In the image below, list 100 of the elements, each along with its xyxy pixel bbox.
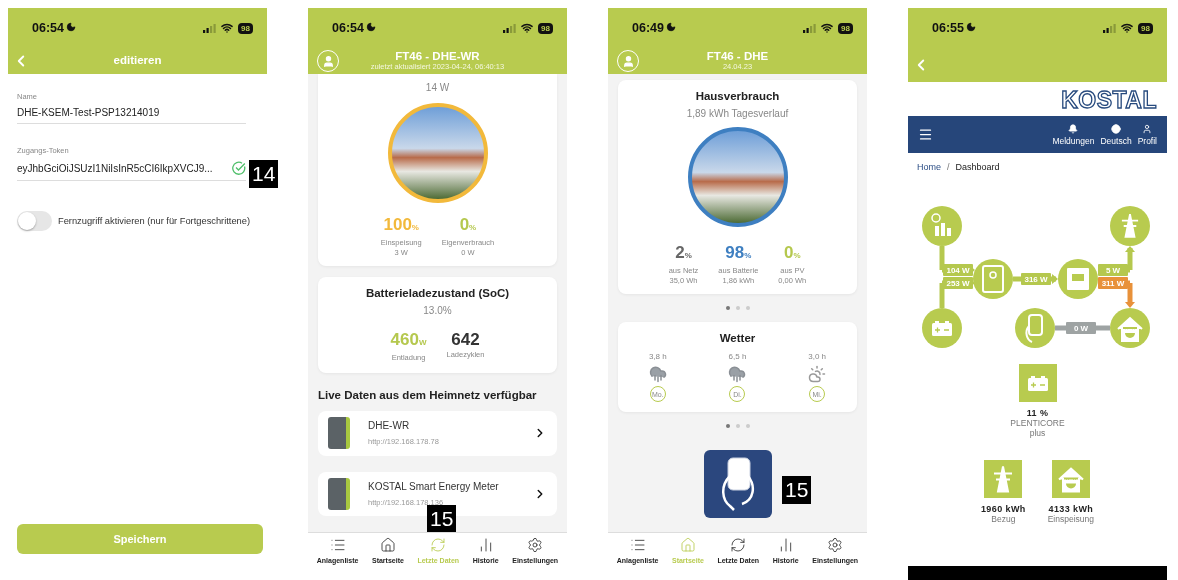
solar-node — [922, 206, 962, 246]
energy-label: Bezug — [991, 514, 1016, 524]
page-dot[interactable] — [735, 424, 740, 428]
signal-icon — [203, 23, 217, 33]
house-node — [1110, 308, 1150, 348]
page-dot[interactable] — [745, 306, 750, 310]
nav-link[interactable]: Deutsch — [1100, 123, 1132, 146]
list-icon — [329, 537, 346, 553]
flow-arrow — [1125, 283, 1135, 308]
flow-value: 253 W — [943, 277, 973, 289]
signal-icon — [1103, 23, 1117, 33]
energy-label: Einspeisung — [1047, 514, 1094, 524]
battery-icon — [1025, 374, 1050, 392]
callout-number: 14 — [249, 160, 279, 188]
toggle-switch[interactable] — [17, 211, 52, 231]
home-icon — [379, 537, 396, 553]
screen-title: FT46 - DHE-WR — [395, 49, 480, 62]
device-name: DHE-WR — [368, 420, 411, 432]
inverter-icon — [328, 417, 350, 450]
page-dot[interactable] — [735, 306, 740, 310]
signal-icon — [503, 23, 517, 33]
meter-node — [1058, 259, 1098, 299]
toggle-label: Fernzugriff aktivieren (nur für Fortgeschrittene) — [58, 216, 251, 226]
energy-total: 1960 kWh — [980, 504, 1026, 514]
battery-level: 98 — [538, 22, 553, 34]
wallbox-tile[interactable] — [703, 450, 772, 518]
wifi-icon — [1121, 22, 1134, 34]
flow-line — [939, 283, 945, 308]
battery-name: PLENTICORE — [1010, 418, 1065, 428]
breadcrumb-link[interactable]: Home — [917, 162, 941, 172]
menu-icon[interactable] — [918, 127, 933, 142]
status-time: 06:55 — [932, 21, 976, 35]
card-title: Wetter — [719, 332, 756, 344]
battery-level: 98 — [1138, 22, 1153, 34]
card-title: Hausverbrauch — [695, 90, 780, 102]
flow-line — [939, 246, 945, 270]
status-time: 06:54 — [32, 21, 76, 35]
breadcrumb-current: Dashboard — [955, 162, 1000, 172]
page-dot[interactable] — [725, 424, 730, 428]
settings-icon — [527, 537, 544, 553]
house-icon — [1057, 465, 1084, 493]
brand-logo: KOSTAL — [1061, 88, 1157, 112]
bell-icon — [1068, 123, 1079, 134]
power-pylon-node — [1110, 206, 1150, 246]
profile-icon — [1142, 123, 1153, 134]
battery-node — [922, 308, 962, 348]
refresh-icon — [730, 537, 747, 553]
sun-hours: 3,0 h — [808, 352, 827, 362]
sun-cloud-icon — [808, 365, 827, 383]
wifi-icon — [221, 22, 234, 34]
refresh-icon — [430, 537, 447, 553]
rain-cloud-icon — [648, 365, 667, 383]
device-name: KOSTAL Smart Energy Meter — [368, 480, 500, 492]
battery-level: 98 — [838, 22, 853, 34]
flow-value: 5 W — [1098, 264, 1128, 276]
flow-value: 104 W — [943, 264, 973, 276]
stat-value: 100% — [383, 215, 419, 236]
callout-number: 15 — [427, 505, 457, 532]
screen-title: FT46 - DHE — [706, 49, 769, 62]
power-reading: 14 W — [425, 82, 450, 93]
inverter-node — [973, 259, 1013, 299]
callout-number: 15 — [782, 476, 812, 504]
card-subtitle: 13.0% — [423, 305, 452, 316]
flow-value: 311 W — [1098, 277, 1128, 289]
list-icon — [629, 537, 646, 553]
moon-icon — [666, 22, 676, 32]
wallbox-node — [1015, 308, 1055, 348]
battery-model: plus — [1029, 428, 1046, 438]
input-field[interactable]: DHE-KSEM-Test-PSP13214019 — [17, 107, 246, 124]
home-icon — [679, 537, 696, 553]
battery-percent: 11 % — [1026, 408, 1049, 418]
moon-icon — [366, 22, 376, 32]
inverter-icon — [328, 477, 350, 510]
stat-value: 2% — [675, 243, 692, 264]
moon-icon — [966, 22, 976, 32]
stat-value: 98% — [725, 243, 752, 264]
stat-value: 0% — [784, 243, 801, 264]
nav-link[interactable]: Profil — [1137, 123, 1157, 146]
status-time: 06:54 — [332, 21, 376, 35]
battery-level: 98 — [238, 22, 253, 34]
flow-arrow — [1125, 246, 1135, 270]
sun-hours: 6,5 h — [728, 352, 747, 362]
energy-total: 4133 kWh — [1048, 504, 1094, 514]
status-time: 06:49 — [632, 21, 676, 35]
card-subtitle: 1,89 kWh Tagesverlauf — [686, 108, 789, 119]
page-dot[interactable] — [745, 424, 750, 428]
breadcrumb-separator: / — [947, 162, 950, 172]
flow-value: 0 W — [1066, 322, 1096, 334]
section-title: Live Daten aus dem Heimnetz verfügbar — [318, 389, 538, 401]
settings-icon — [827, 537, 844, 553]
stat-value: 642 — [451, 330, 480, 350]
page-dot[interactable] — [725, 306, 730, 310]
input-field[interactable]: eyJhbGciOiJSUzI1NiIsInR5cCI6IkpXVCJ9... — [17, 161, 246, 181]
card-title: Batterieladezustand (SoC) — [365, 287, 510, 299]
nav-link[interactable]: Meldungen — [1052, 123, 1095, 146]
rain-cloud-icon — [728, 365, 747, 383]
stat-value: 0% — [459, 215, 477, 236]
globe-icon — [1111, 123, 1122, 134]
screen-title: editieren — [113, 54, 162, 66]
sun-hours: 3,8 h — [648, 352, 667, 362]
